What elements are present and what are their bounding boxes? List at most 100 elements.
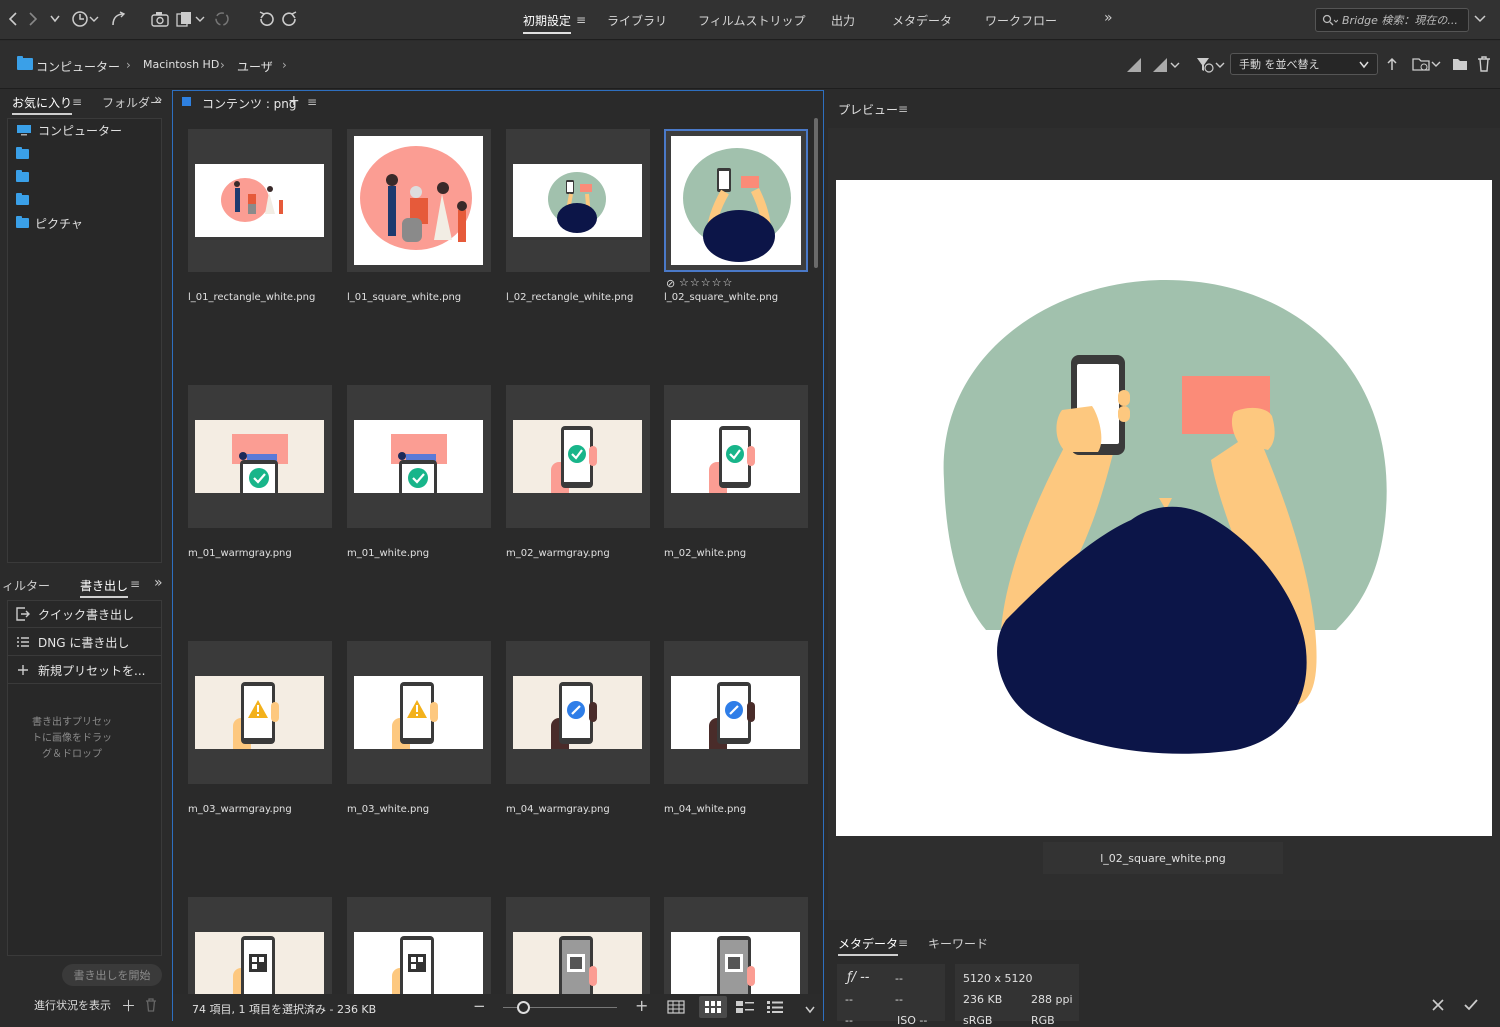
thumbnail[interactable]	[506, 129, 650, 272]
exposure-value: --	[845, 993, 853, 1006]
thumbnail[interactable]	[506, 385, 650, 528]
export-quick[interactable]: クイック書き出し	[8, 601, 161, 628]
list-view-icon[interactable]	[767, 1001, 783, 1016]
zoom-in-icon[interactable]: +	[635, 996, 648, 1015]
tab-keywords[interactable]: キーワード	[928, 935, 988, 952]
tab-folders[interactable]: フォルダー	[102, 94, 162, 111]
menu-icon[interactable]: ≡	[307, 95, 317, 109]
workspace-tab-default[interactable]: 初期設定	[523, 12, 572, 34]
workspace-tab-filmstrip[interactable]: フィルムストリップ	[698, 12, 806, 29]
workspace-tab-output[interactable]: 出力	[831, 12, 855, 29]
workspace-tab-workflow[interactable]: ワークフロー	[985, 12, 1057, 29]
thumbnail[interactable]	[506, 641, 650, 784]
export-start-button[interactable]: 書き出しを開始	[62, 964, 162, 986]
trash-icon[interactable]	[1477, 56, 1491, 75]
thumbnail[interactable]	[347, 641, 491, 784]
search-options-chevron-icon[interactable]	[1472, 8, 1488, 30]
camera-import-icon[interactable]	[150, 8, 172, 30]
rotate-right-icon[interactable]	[280, 8, 300, 30]
more-tabs-icon[interactable]: »	[154, 92, 163, 108]
tab-favorites[interactable]: お気に入り	[12, 94, 73, 115]
workspace-tab-metadata[interactable]: メタデータ	[892, 12, 952, 29]
thumbnail-image	[671, 932, 800, 994]
thumbnail-filename: m_04_white.png	[664, 804, 747, 815]
recent-folder-icon[interactable]	[1412, 56, 1442, 75]
add-tab-icon[interactable]: +	[288, 93, 300, 109]
menu-icon[interactable]: ≡	[898, 936, 908, 950]
breadcrumb-computer[interactable]: コンピューター	[36, 58, 120, 75]
add-icon[interactable]: ＋	[121, 995, 136, 1016]
rotate-sync-icon[interactable]	[212, 8, 232, 30]
thumbnail-image	[513, 164, 642, 237]
breadcrumb-macintosh-hd[interactable]: Macintosh HD	[143, 58, 219, 71]
content-scrollbar[interactable]	[814, 118, 818, 268]
thumbnail-image	[195, 164, 324, 237]
more-tabs-icon[interactable]: »	[154, 575, 163, 591]
thumbnail[interactable]	[664, 641, 808, 784]
favorite-item-folder[interactable]	[16, 191, 35, 209]
workspace-tab-library[interactable]: ライブラリ	[607, 12, 667, 29]
filter-icon[interactable]	[1196, 56, 1226, 77]
grid-lock-icon[interactable]	[667, 1000, 685, 1017]
back-icon[interactable]	[6, 8, 20, 30]
favorite-item-pictures[interactable]: ピクチャ	[16, 214, 83, 232]
tab-filter[interactable]: ィルター	[2, 577, 50, 594]
more-workspaces-icon[interactable]: »	[1104, 10, 1113, 26]
thumbnail-image	[671, 676, 800, 749]
favorite-item-computer[interactable]: コンピューター	[16, 121, 122, 139]
zoom-slider-handle[interactable]	[517, 1001, 530, 1014]
menu-icon[interactable]: ≡	[576, 13, 586, 27]
thumbnail[interactable]	[188, 385, 332, 528]
thumbnail-image	[513, 420, 642, 493]
breadcrumb-users[interactable]: ユーザ	[237, 58, 273, 75]
menu-icon[interactable]: ≡	[898, 102, 908, 116]
zoom-out-icon[interactable]: −	[473, 997, 486, 1015]
preview-image[interactable]	[836, 180, 1492, 836]
thumbnail-filename: m_01_white.png	[347, 548, 430, 559]
shutter-value: --	[895, 972, 903, 985]
check-icon[interactable]	[1464, 999, 1478, 1014]
view-thumbnails-button[interactable]	[699, 996, 727, 1018]
rotate-left-icon[interactable]	[256, 8, 276, 30]
tab-metadata[interactable]: メタデータ	[838, 935, 899, 956]
close-icon[interactable]	[1432, 999, 1444, 1014]
favorite-item-folder[interactable]	[16, 168, 35, 186]
thumbnail[interactable]	[347, 897, 491, 994]
quality-icon[interactable]	[1126, 57, 1142, 76]
reject-icon[interactable]: ⊘	[666, 277, 675, 290]
thumbnail[interactable]	[188, 641, 332, 784]
thumbnail[interactable]	[664, 385, 808, 528]
content-tab-label[interactable]: コンテンツ : png	[202, 95, 297, 112]
thumbnail[interactable]	[188, 897, 332, 994]
sort-ascending-icon[interactable]	[1386, 57, 1398, 74]
tab-export[interactable]: 書き出し	[80, 577, 129, 598]
export-dng[interactable]: DNG に書き出し	[8, 629, 161, 656]
export-new-preset[interactable]: 新規プリセットを...	[8, 657, 161, 684]
thumbnail[interactable]	[347, 385, 491, 528]
sort-select[interactable]: 手動 を並べ替え	[1230, 53, 1378, 75]
chevron-down-icon[interactable]	[48, 8, 62, 30]
favorite-item-label: コンピューター	[38, 123, 123, 138]
details-view-icon[interactable]	[736, 1001, 754, 1016]
search-input[interactable]: Bridge 検索：現在の...	[1315, 8, 1469, 32]
thumbnail[interactable]	[664, 897, 808, 994]
menu-icon[interactable]: ≡	[72, 95, 82, 109]
refine-icon[interactable]	[176, 8, 206, 30]
rating-stars[interactable]: ☆☆☆☆☆	[679, 276, 733, 289]
thumbnail[interactable]	[188, 129, 332, 272]
show-progress-label[interactable]: 進行状況を表示	[34, 997, 111, 1013]
thumbnail[interactable]	[506, 897, 650, 994]
trash-icon[interactable]	[145, 998, 157, 1015]
return-icon[interactable]	[108, 8, 128, 30]
preview-filename-box: l_02_square_white.png	[1043, 842, 1283, 874]
thumbnail-selected[interactable]	[664, 129, 808, 272]
menu-icon[interactable]: ≡	[130, 577, 140, 591]
thumbnail-image	[195, 676, 324, 749]
chevron-down-icon[interactable]	[805, 1003, 815, 1017]
favorite-item-folder[interactable]	[16, 145, 35, 163]
recent-history-icon[interactable]	[70, 8, 100, 30]
rating-filter-icon[interactable]	[1152, 57, 1182, 76]
forward-icon[interactable]	[26, 8, 40, 30]
new-folder-icon[interactable]	[1452, 57, 1468, 74]
thumbnail[interactable]	[347, 129, 491, 272]
